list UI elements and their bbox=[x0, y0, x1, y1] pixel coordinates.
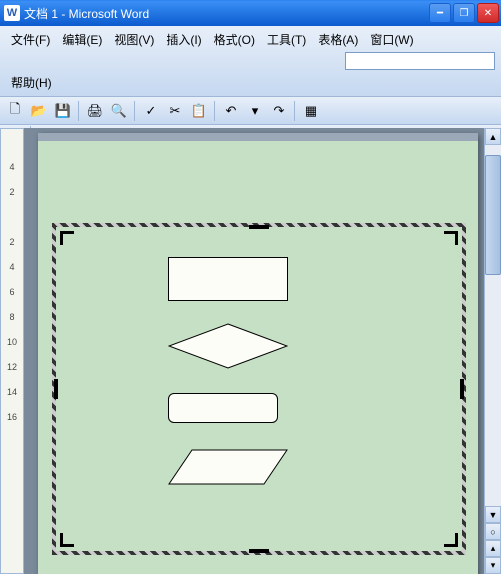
maximize-button[interactable]: ❐ bbox=[453, 3, 475, 23]
shape-rounded-rectangle[interactable] bbox=[168, 393, 278, 423]
titlebar: W 文档 1 - Microsoft Word ━ ❐ ✕ bbox=[0, 0, 501, 26]
scroll-up-icon[interactable]: ▲ bbox=[485, 128, 501, 145]
canvas-handle-top[interactable] bbox=[249, 225, 269, 229]
ruler-tick: 6 bbox=[1, 279, 23, 304]
browse-object-icon[interactable]: ○ bbox=[485, 523, 501, 540]
scroll-thumb[interactable] bbox=[485, 155, 501, 275]
close-button[interactable]: ✕ bbox=[477, 3, 499, 23]
paste-icon[interactable]: 📋 bbox=[188, 100, 210, 122]
redo-icon[interactable]: ↷ bbox=[268, 100, 290, 122]
shape-diamond[interactable] bbox=[168, 323, 288, 369]
ruler-tick bbox=[1, 204, 23, 229]
app-icon: W bbox=[4, 5, 20, 21]
menubar: 文件(F) 编辑(E) 视图(V) 插入(I) 格式(O) 工具(T) 表格(A… bbox=[0, 26, 501, 97]
ruler-tick: 8 bbox=[1, 304, 23, 329]
help-search-input[interactable] bbox=[345, 52, 495, 70]
table-icon[interactable]: ▦ bbox=[300, 100, 322, 122]
separator bbox=[78, 101, 80, 121]
menu-table[interactable]: 表格(A) bbox=[313, 29, 363, 50]
scroll-down-icon[interactable]: ▼ bbox=[485, 506, 501, 523]
prev-page-icon[interactable]: ▴ bbox=[485, 540, 501, 557]
canvas-handle-bottom[interactable] bbox=[249, 549, 269, 553]
canvas-handle-left[interactable] bbox=[54, 379, 58, 399]
separator bbox=[134, 101, 136, 121]
menu-format[interactable]: 格式(O) bbox=[209, 29, 260, 50]
ruler-tick: 12 bbox=[1, 354, 23, 379]
standard-toolbar: 🗋 📂 💾 🖨 🔍 ✓ ✂ 📋 ↶ ▾ ↷ ▦ bbox=[0, 97, 501, 125]
canvas-corner-bl[interactable] bbox=[60, 531, 76, 547]
undo-icon[interactable]: ↶ bbox=[220, 100, 242, 122]
minimize-button[interactable]: ━ bbox=[429, 3, 451, 23]
page-top-margin bbox=[38, 133, 478, 141]
ruler-tick: 2 bbox=[1, 179, 23, 204]
spell-icon[interactable]: ✓ bbox=[140, 100, 162, 122]
save-icon[interactable]: 💾 bbox=[52, 100, 74, 122]
menu-edit[interactable]: 编辑(E) bbox=[57, 29, 107, 50]
shape-rectangle[interactable] bbox=[168, 257, 288, 301]
vertical-scrollbar[interactable]: ▲ ▼ ○ ▴ ▾ bbox=[484, 128, 501, 574]
ruler-tick bbox=[1, 129, 23, 154]
cut-icon[interactable]: ✂ bbox=[164, 100, 186, 122]
menu-view[interactable]: 视图(V) bbox=[109, 29, 159, 50]
ruler-tick: 4 bbox=[1, 154, 23, 179]
scroll-track[interactable] bbox=[485, 145, 501, 506]
open-icon[interactable]: 📂 bbox=[28, 100, 50, 122]
shape-parallelogram[interactable] bbox=[168, 449, 288, 485]
ruler-tick: 14 bbox=[1, 379, 23, 404]
ruler-tick: 16 bbox=[1, 404, 23, 429]
separator bbox=[294, 101, 296, 121]
next-page-icon[interactable]: ▾ bbox=[485, 557, 501, 574]
canvas-handle-right[interactable] bbox=[460, 379, 464, 399]
new-doc-icon[interactable]: 🗋 bbox=[4, 100, 26, 122]
menu-help[interactable]: 帮助(H) bbox=[6, 72, 495, 93]
chevron-down-icon[interactable]: ▾ bbox=[244, 100, 266, 122]
canvas-corner-tr[interactable] bbox=[442, 231, 458, 247]
ruler-tick: 4 bbox=[1, 254, 23, 279]
canvas-corner-tl[interactable] bbox=[60, 231, 76, 247]
menu-window[interactable]: 窗口(W) bbox=[365, 29, 418, 50]
menu-tools[interactable]: 工具(T) bbox=[262, 29, 311, 50]
window-title: 文档 1 - Microsoft Word bbox=[24, 5, 429, 22]
menu-insert[interactable]: 插入(I) bbox=[161, 29, 206, 50]
preview-icon[interactable]: 🔍 bbox=[108, 100, 130, 122]
menu-file[interactable]: 文件(F) bbox=[6, 29, 55, 50]
print-icon[interactable]: 🖨 bbox=[84, 100, 106, 122]
page[interactable] bbox=[38, 133, 478, 574]
ruler-tick: 10 bbox=[1, 329, 23, 354]
canvas-corner-br[interactable] bbox=[442, 531, 458, 547]
separator bbox=[214, 101, 216, 121]
ruler-tick: 2 bbox=[1, 229, 23, 254]
document-area[interactable] bbox=[24, 128, 484, 574]
vertical-ruler[interactable]: 42246810121416 bbox=[0, 128, 24, 574]
